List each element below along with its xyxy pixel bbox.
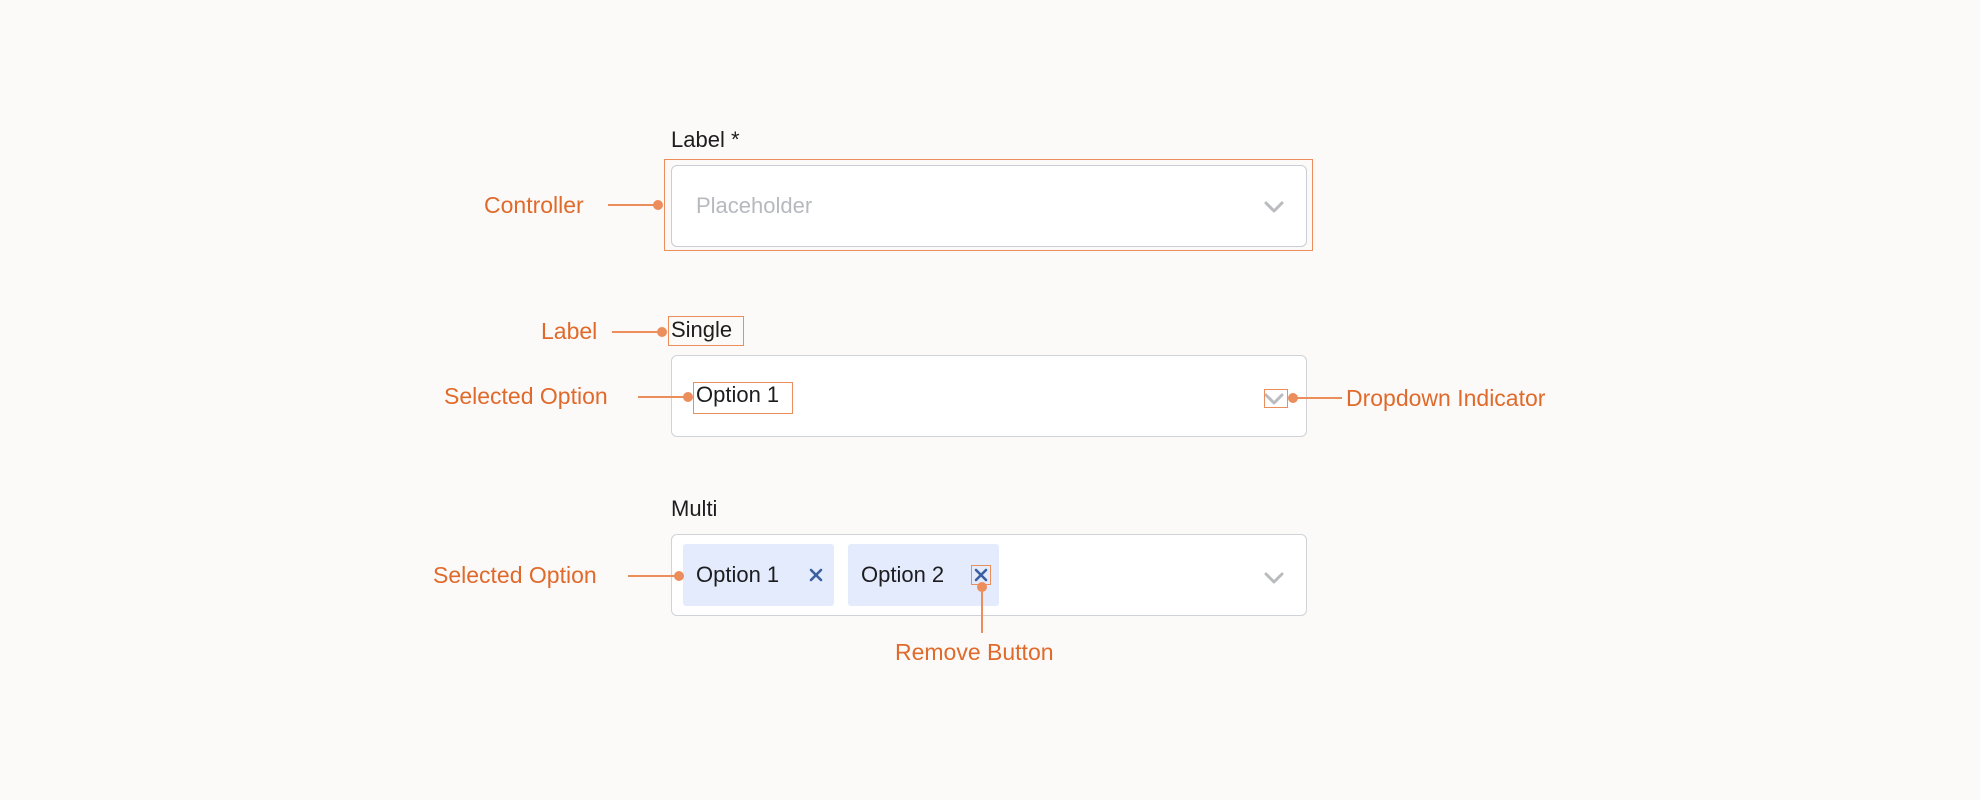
label-annotation: Label [541, 318, 598, 344]
controller-highlight-box [664, 159, 1313, 251]
remove-button-anno-line [981, 588, 983, 633]
chevron-down-icon[interactable] [1262, 569, 1286, 587]
chip-label: Option 2 [861, 562, 945, 587]
field-label-required: Label * [671, 127, 740, 152]
selected-option-anno-line [638, 396, 686, 398]
dropdown-indicator-highlight-box [1264, 389, 1288, 408]
controller-anno-line [608, 204, 656, 206]
field-label-multi: Multi [671, 496, 718, 521]
label-anno-line [612, 331, 660, 333]
close-icon[interactable] [808, 567, 824, 583]
controller-annotation: Controller [484, 192, 584, 218]
selected-option-annotation: Selected Option [444, 383, 608, 409]
dropdown-indicator-annotation: Dropdown Indicator [1346, 385, 1546, 411]
chip-label: Option 1 [696, 562, 780, 587]
selected-option-multi-annotation: Selected Option [433, 562, 597, 588]
remove-button-annotation: Remove Button [895, 639, 1054, 665]
selected-option-multi-anno-line [628, 575, 676, 577]
label-highlight-box [668, 316, 744, 346]
dropdown-indicator-anno-line [1296, 397, 1342, 399]
selected-option-highlight-box [693, 382, 793, 414]
multi-selected-chip-1[interactable]: Option 1 [683, 544, 834, 606]
